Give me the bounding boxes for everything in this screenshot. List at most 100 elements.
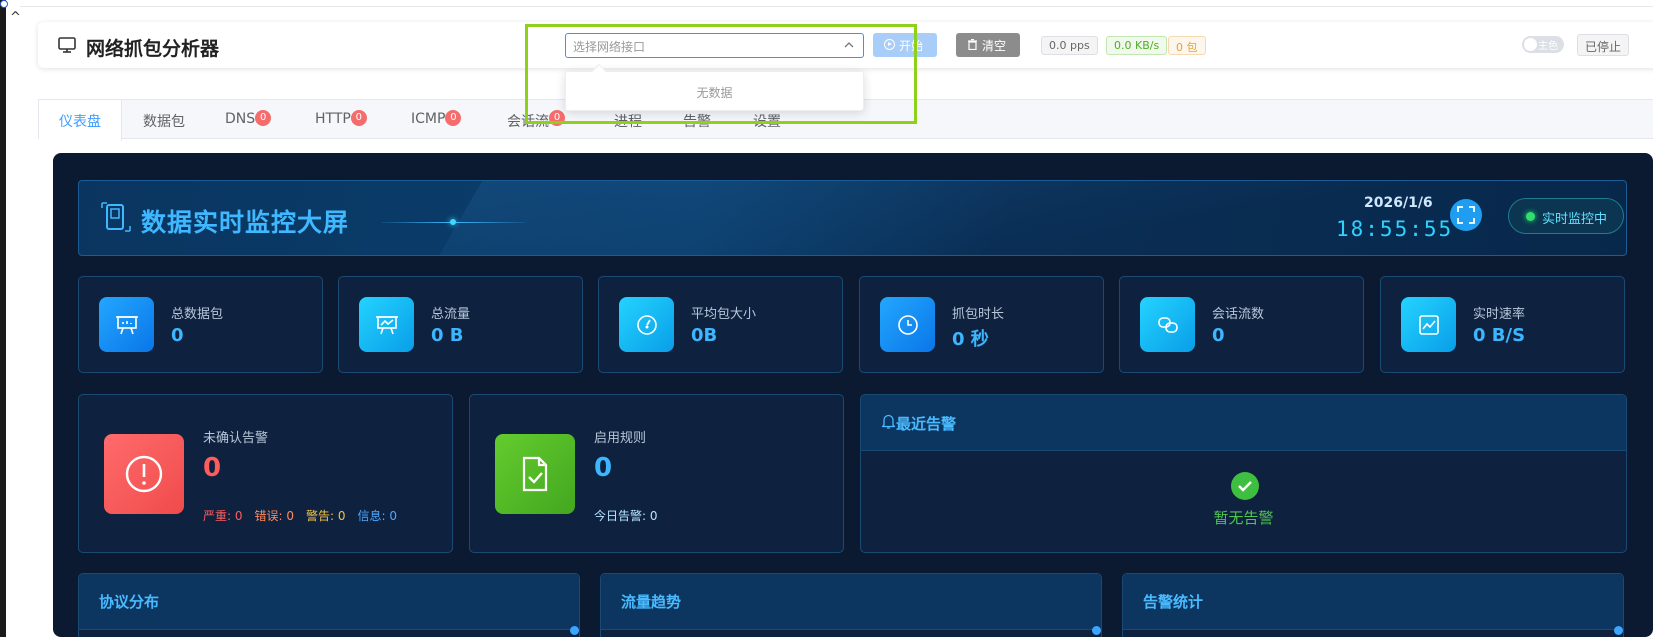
stat-label: 实时速率 xyxy=(1473,307,1526,322)
stat-label: 平均包大小 xyxy=(691,307,757,322)
no-alerts-text: 暂无告警 xyxy=(1213,509,1274,527)
presentation-board-icon xyxy=(99,297,154,352)
live-monitor-pill: 实时监控中 xyxy=(1508,198,1624,234)
tab-label: 告警 xyxy=(683,114,711,130)
dashboard-screen: 数据实时监控大屏 2026/1/6 18:55:55 实时监控中 总数据包 0 xyxy=(53,153,1653,637)
stat-card-total-packets: 总数据包 0 xyxy=(78,276,323,373)
stat-value: 0 B/S xyxy=(1473,325,1526,346)
traffic-trend-card: 流量趋势 xyxy=(600,573,1102,637)
start-label: 开始 xyxy=(899,39,924,53)
tab-count-badge: 0 xyxy=(445,110,462,126)
gauge-icon xyxy=(619,297,674,352)
stat-label: 总流量 xyxy=(431,307,471,322)
rules-value: 0 xyxy=(594,453,613,483)
dashboard-date: 2026/1/6 xyxy=(1364,195,1433,211)
tab-count-badge: 0 xyxy=(549,110,565,126)
start-button[interactable]: 开始 xyxy=(873,33,937,57)
unconfirmed-alerts-card: 未确认告警 0 严重: 0 错误: 0 警告: 0 信息: 0 xyxy=(78,394,453,553)
error-count: 错误: 0 xyxy=(254,509,295,523)
theme-toggle[interactable]: 主色 xyxy=(1522,36,1564,53)
fullscreen-button[interactable] xyxy=(1450,199,1482,231)
tab-count-badge: 0 xyxy=(350,110,367,126)
document-check-icon xyxy=(495,434,575,514)
stat-label: 抓包时长 xyxy=(952,307,1005,322)
stat-value: 0 xyxy=(1212,325,1225,346)
tab-icmp[interactable]: ICMP 0 xyxy=(411,100,462,140)
severe-count: 严重: 0 xyxy=(203,509,243,523)
card-title: 流量趋势 xyxy=(621,593,682,611)
live-label: 实时监控中 xyxy=(1542,212,1608,227)
clear-button[interactable]: 清空 xyxy=(956,33,1020,57)
pps-badge: 0.0 pps xyxy=(1041,36,1098,55)
interface-placeholder: 选择网络接口 xyxy=(573,40,646,54)
tab-label: DNS xyxy=(225,111,256,127)
stat-card-avg-size: 平均包大小 0B xyxy=(598,276,843,373)
chart-board-icon xyxy=(359,297,414,352)
monitor-icon xyxy=(58,37,76,53)
live-dot xyxy=(1526,212,1535,221)
card-header: 流量趋势 xyxy=(601,574,1101,630)
tab-count-badge: 0 xyxy=(255,110,272,126)
dashboard-time: 18:55:55 xyxy=(1336,217,1454,241)
tab-dns[interactable]: DNS 0 xyxy=(225,100,272,140)
clear-label: 清空 xyxy=(982,39,1007,53)
warning-count: 警告: 0 xyxy=(306,509,346,523)
interface-dropdown: 无数据 xyxy=(565,63,864,111)
tab-label: 进程 xyxy=(614,114,642,130)
info-count: 信息: 0 xyxy=(357,509,398,523)
tab-label: 会话流 xyxy=(507,114,549,130)
today-alerts: 今日告警: 0 xyxy=(594,509,658,523)
app-title: 网络抓包分析器 xyxy=(86,38,220,60)
stat-label: 会话流数 xyxy=(1212,307,1265,322)
fullscreen-icon xyxy=(1457,206,1475,224)
stat-value: 0 秒 xyxy=(952,329,989,350)
app-window: ^ 网络抓包分析器 选择网络接口 开始 清空 0.0 pps 0.0 KB/s … xyxy=(0,0,1653,637)
tab-label: 仪表盘 xyxy=(59,114,101,130)
card-title: 协议分布 xyxy=(99,593,160,611)
status-badge: 已停止 xyxy=(1577,34,1629,56)
recent-alerts-header: 最近告警 xyxy=(861,395,1626,451)
tab-sessions[interactable]: 会话流 0 xyxy=(507,100,565,140)
bell-icon xyxy=(882,414,895,429)
tab-dashboard[interactable]: 仪表盘 xyxy=(39,100,122,141)
enabled-rules-card: 启用规则 0 今日告警: 0 xyxy=(469,394,844,553)
resize-handle[interactable] xyxy=(1614,626,1623,635)
clock-icon xyxy=(880,297,935,352)
tab-label: 设置 xyxy=(753,114,781,130)
dropdown-empty-text: 无数据 xyxy=(696,86,733,100)
card-title: 告警统计 xyxy=(1143,593,1204,611)
tab-label: ICMP xyxy=(411,111,446,127)
stat-value: 0 B xyxy=(431,325,464,346)
tab-packets[interactable]: 数据包 xyxy=(143,100,185,140)
protocol-distribution-card: 协议分布 xyxy=(78,573,580,637)
chevron-up-icon xyxy=(844,42,854,48)
check-circle-icon xyxy=(1231,472,1259,500)
rate-badge: 0.0 KB/s xyxy=(1106,36,1168,55)
top-divider xyxy=(20,6,1653,7)
left-edge-strip xyxy=(0,0,8,637)
resize-handle[interactable] xyxy=(1092,626,1101,635)
collapse-caret-icon[interactable]: ^ xyxy=(10,10,21,25)
alert-stats-card: 告警统计 xyxy=(1122,573,1624,637)
recent-alerts-title: 最近告警 xyxy=(896,415,957,433)
dashboard-banner: 数据实时监控大屏 2026/1/6 18:55:55 实时监控中 xyxy=(78,180,1627,256)
stat-value: 0 xyxy=(171,325,184,346)
interface-select[interactable]: 选择网络接口 xyxy=(565,33,864,58)
edge-marker-icon xyxy=(0,0,8,8)
stat-value: 0B xyxy=(691,325,718,346)
banner-dot xyxy=(450,219,456,225)
card-header: 告警统计 xyxy=(1123,574,1623,630)
recent-alerts-panel: 最近告警 暂无告警 xyxy=(860,394,1627,553)
tab-http[interactable]: HTTP 0 xyxy=(315,100,367,140)
tab-label: HTTP xyxy=(315,111,351,127)
severity-breakdown: 严重: 0 错误: 0 警告: 0 信息: 0 xyxy=(203,507,397,524)
tab-label: 数据包 xyxy=(143,114,185,130)
dashboard-title: 数据实时监控大屏 xyxy=(141,208,350,237)
stat-card-total-traffic: 总流量 0 B xyxy=(338,276,583,373)
unconfirmed-value: 0 xyxy=(203,453,222,483)
device-icon xyxy=(101,202,131,232)
stat-card-sessions: 会话流数 0 xyxy=(1119,276,1364,373)
resize-handle[interactable] xyxy=(570,626,579,635)
alert-circle-icon xyxy=(104,434,184,514)
stat-card-duration: 抓包时长 0 秒 xyxy=(859,276,1104,373)
